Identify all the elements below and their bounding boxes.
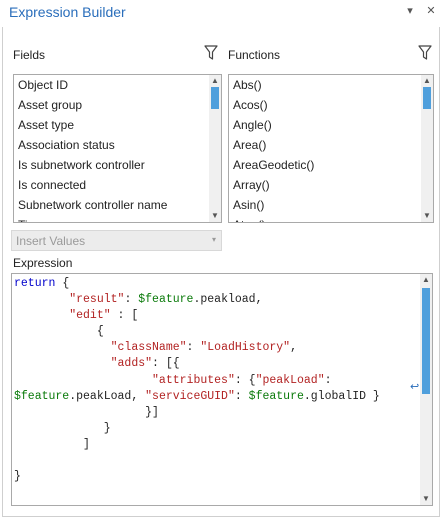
code-line: "result": $feature.peakload, xyxy=(14,292,418,308)
code-token: : xyxy=(186,341,201,355)
functions-scrollbar[interactable]: ▲ ▼ xyxy=(421,75,433,222)
expression-code[interactable]: return { "result": $feature.peakload, "e… xyxy=(14,276,418,505)
code-token: }] xyxy=(14,405,159,419)
pin-options-button[interactable]: ▾ xyxy=(402,3,418,19)
function-list-item[interactable]: Asin() xyxy=(229,195,421,215)
functions-list[interactable]: Abs() Acos() Angle() Area() AreaGeodetic() Ar… xyxy=(228,74,434,223)
code-line: }] xyxy=(14,405,418,421)
code-line: } xyxy=(14,469,418,485)
title-bar: Expression Builder ▾ ✕ xyxy=(0,0,442,26)
function-list-item[interactable]: Area() xyxy=(229,135,421,155)
code-token: : { xyxy=(234,373,256,387)
field-list-item[interactable]: Subnetwork controller name xyxy=(14,195,209,215)
scroll-up-arrow-icon[interactable]: ▲ xyxy=(209,75,221,87)
code-token: $feature xyxy=(138,293,194,307)
expression-scroll-thumb[interactable] xyxy=(422,288,430,394)
expression-scrollbar[interactable]: ▲ ▼ xyxy=(420,274,432,505)
code-token: , xyxy=(290,341,297,355)
code-token: $feature xyxy=(14,389,70,403)
code-token: "peakLoad" xyxy=(255,373,325,387)
field-list-item[interactable]: Is subnetwork controller xyxy=(14,155,209,175)
function-list-item[interactable]: AreaGeodetic() xyxy=(229,155,421,175)
word-wrap-icon: ↩ xyxy=(410,381,420,393)
code-token: .peakload, xyxy=(193,293,263,307)
close-button[interactable]: ✕ xyxy=(423,3,439,19)
functions-filter-icon[interactable] xyxy=(418,45,432,61)
fields-scrollbar[interactable]: ▲ ▼ xyxy=(209,75,221,222)
chevron-down-icon: ▾ xyxy=(211,235,216,244)
field-list-item[interactable]: Is connected xyxy=(14,175,209,195)
code-line: "adds": [{ xyxy=(14,356,418,372)
code-line: $feature.peakLoad, "serviceGUID": $featu… xyxy=(14,389,418,405)
code-line: "edit" : [ xyxy=(14,308,418,324)
scroll-down-arrow-icon[interactable]: ▼ xyxy=(209,210,221,222)
scroll-up-arrow-icon[interactable]: ▲ xyxy=(420,274,432,286)
window-title: Expression Builder xyxy=(9,4,126,20)
code-token: "result" xyxy=(69,293,125,307)
code-token: : [{ xyxy=(152,357,180,371)
function-list-item[interactable]: Abs() xyxy=(229,75,421,95)
code-token: { xyxy=(55,277,70,290)
function-list-item[interactable]: Atan() xyxy=(229,215,421,222)
scroll-down-arrow-icon[interactable]: ▼ xyxy=(421,210,433,222)
code-token: .globalID } xyxy=(303,389,380,403)
fields-list-items: Object ID Asset group Asset type Associatio… xyxy=(14,75,209,222)
code-token: : xyxy=(124,293,139,307)
insert-values-dropdown[interactable]: Insert Values ▾ xyxy=(11,230,222,251)
expression-label: Expression xyxy=(13,256,73,270)
field-list-item[interactable]: Association status xyxy=(14,135,209,155)
field-list-item[interactable]: Object ID xyxy=(14,75,209,95)
fields-scroll-thumb[interactable] xyxy=(211,87,219,109)
code-token: "className" xyxy=(110,341,187,355)
code-line: ] xyxy=(14,437,418,453)
function-list-item[interactable]: Acos() xyxy=(229,95,421,115)
functions-label: Functions xyxy=(228,48,281,62)
fields-list[interactable]: Object ID Asset group Asset type Associatio… xyxy=(13,74,222,223)
code-token: { xyxy=(14,325,104,339)
code-token: return xyxy=(14,277,56,290)
code-token: "LoadHistory" xyxy=(200,341,291,355)
code-token: "adds" xyxy=(110,357,153,371)
code-line: } xyxy=(14,421,418,437)
function-list-item[interactable]: Array() xyxy=(229,175,421,195)
functions-scroll-thumb[interactable] xyxy=(423,87,431,109)
code-line: "className": "LoadHistory", xyxy=(14,340,418,356)
field-list-item[interactable]: Asset group xyxy=(14,95,209,115)
scroll-up-arrow-icon[interactable]: ▲ xyxy=(421,75,433,87)
code-token: "serviceGUID" xyxy=(145,389,235,403)
code-line: { xyxy=(14,324,418,340)
functions-list-items: Abs() Acos() Angle() Area() AreaGeodetic() Ar… xyxy=(229,75,421,222)
code-token: $feature xyxy=(248,389,304,403)
code-line: "attributes": {"peakLoad": xyxy=(14,373,418,389)
code-token: } xyxy=(14,421,111,435)
code-token: "edit" xyxy=(69,309,111,323)
code-token: "attributes" xyxy=(152,373,235,387)
field-list-item[interactable]: Tier xyxy=(14,215,209,222)
fields-label: Fields xyxy=(13,48,46,62)
code-token: .peakLoad, xyxy=(69,389,146,403)
code-token: : xyxy=(234,389,249,403)
insert-values-label: Insert Values xyxy=(16,234,86,248)
function-list-item[interactable]: Angle() xyxy=(229,115,421,135)
code-token: } xyxy=(14,470,21,484)
field-list-item[interactable]: Asset type xyxy=(14,115,209,135)
code-token: : [ xyxy=(110,309,139,323)
expression-editor[interactable]: return { "result": $feature.peakload, "e… xyxy=(11,273,433,506)
code-token: ] xyxy=(14,437,90,451)
code-token: : xyxy=(324,373,332,387)
fields-filter-icon[interactable] xyxy=(204,45,218,61)
code-line: return { xyxy=(14,276,418,292)
scroll-down-arrow-icon[interactable]: ▼ xyxy=(420,493,432,505)
